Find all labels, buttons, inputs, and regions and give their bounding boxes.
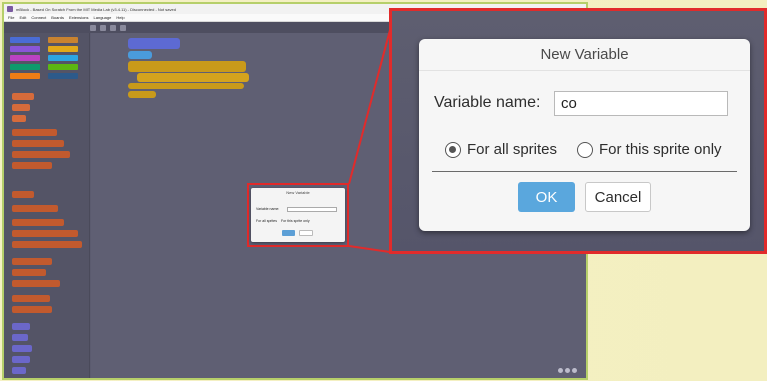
menu-extensions[interactable]: Extensions	[69, 15, 89, 20]
delete-tool-icon[interactable]	[100, 24, 106, 31]
palette-block[interactable]	[12, 162, 52, 169]
palette-block[interactable]	[12, 345, 32, 352]
mini-scope-options[interactable]: For all sprites For this sprite only	[256, 219, 310, 223]
zoom-out-icon[interactable]	[558, 368, 563, 373]
zoom-reset-icon[interactable]	[565, 368, 570, 373]
category-motion[interactable]	[10, 37, 40, 43]
menu-boards[interactable]: Boards	[51, 15, 64, 20]
palette-block[interactable]	[12, 219, 64, 226]
menu-help[interactable]: Help	[116, 15, 124, 20]
shrink-tool-icon[interactable]	[120, 24, 126, 31]
palette-block[interactable]	[12, 129, 57, 136]
palette-block[interactable]	[12, 334, 28, 341]
script-block[interactable]	[128, 91, 156, 98]
script-loop-block[interactable]	[128, 61, 246, 72]
mini-cancel-button[interactable]	[299, 230, 313, 236]
mini-option-all-label: For all sprites	[256, 219, 278, 223]
palette-block[interactable]	[12, 151, 70, 158]
block-palette	[4, 33, 90, 378]
palette-block[interactable]	[12, 93, 34, 100]
menu-file[interactable]: File	[8, 15, 14, 20]
zoom-in-icon[interactable]	[572, 368, 577, 373]
palette-block[interactable]	[12, 306, 52, 313]
script-block[interactable]	[137, 73, 249, 82]
zoom-callout: New Variable Variable name: For all spri…	[389, 8, 767, 254]
category-operators[interactable]	[48, 64, 78, 70]
palette-block[interactable]	[12, 115, 26, 122]
radio-for-this-sprite-only[interactable]: For this sprite only	[577, 141, 722, 158]
palette-block[interactable]	[12, 367, 26, 374]
ok-button[interactable]: OK	[518, 182, 575, 212]
category-sound[interactable]	[10, 55, 40, 61]
option-all-sprites-label: For all sprites	[467, 141, 558, 158]
mini-ok-button[interactable]	[282, 230, 295, 236]
variable-name-label: Variable name:	[434, 94, 541, 111]
radio-for-all-sprites[interactable]: For all sprites	[445, 141, 557, 158]
script-block[interactable]	[128, 51, 152, 59]
palette-block[interactable]	[12, 258, 52, 265]
category-data[interactable]	[10, 73, 40, 79]
variable-name-input[interactable]	[554, 91, 728, 116]
category-robots[interactable]	[48, 73, 78, 79]
mini-option-this-label: For this sprite only	[281, 219, 310, 223]
dialog-divider	[432, 171, 737, 172]
grow-tool-icon[interactable]	[110, 24, 116, 31]
palette-block[interactable]	[12, 191, 34, 198]
option-this-sprite-label: For this sprite only	[599, 141, 722, 158]
menu-language[interactable]: Language	[94, 15, 112, 20]
category-sensing[interactable]	[48, 55, 78, 61]
app-logo-icon	[7, 6, 13, 12]
palette-block[interactable]	[12, 241, 82, 248]
category-events[interactable]	[48, 37, 78, 43]
cancel-button[interactable]: Cancel	[585, 182, 651, 212]
palette-block[interactable]	[12, 280, 60, 287]
palette-block[interactable]	[12, 269, 46, 276]
category-looks[interactable]	[10, 46, 40, 52]
script-hat-block[interactable]	[128, 38, 180, 49]
mini-variable-name-label: Variable name:	[256, 207, 280, 211]
palette-block[interactable]	[12, 140, 64, 147]
palette-block[interactable]	[12, 295, 50, 302]
palette-block[interactable]	[12, 104, 30, 111]
radio-unchecked-icon[interactable]	[577, 141, 593, 158]
menu-edit[interactable]: Edit	[19, 15, 26, 20]
palette-block[interactable]	[12, 205, 58, 212]
palette-block[interactable]	[12, 230, 78, 237]
duplicate-tool-icon[interactable]	[90, 24, 96, 31]
dialog-title: New Variable	[419, 39, 750, 71]
new-variable-dialog: New Variable Variable name: For all spri…	[419, 39, 750, 231]
window-title: mBlock - Based On Scratch From the MIT M…	[16, 6, 176, 12]
menu-connect[interactable]: Connect	[31, 15, 46, 20]
palette-block[interactable]	[12, 323, 30, 330]
script-block[interactable]	[128, 83, 244, 89]
category-pen[interactable]	[10, 64, 40, 70]
mini-variable-name-input[interactable]	[287, 207, 337, 212]
mini-dialog-title: New Variable	[286, 190, 310, 195]
category-control[interactable]	[48, 46, 78, 52]
palette-block[interactable]	[12, 356, 30, 363]
mini-new-variable-dialog: New Variable Variable name: For all spri…	[251, 188, 345, 242]
radio-checked-icon[interactable]	[445, 141, 461, 158]
